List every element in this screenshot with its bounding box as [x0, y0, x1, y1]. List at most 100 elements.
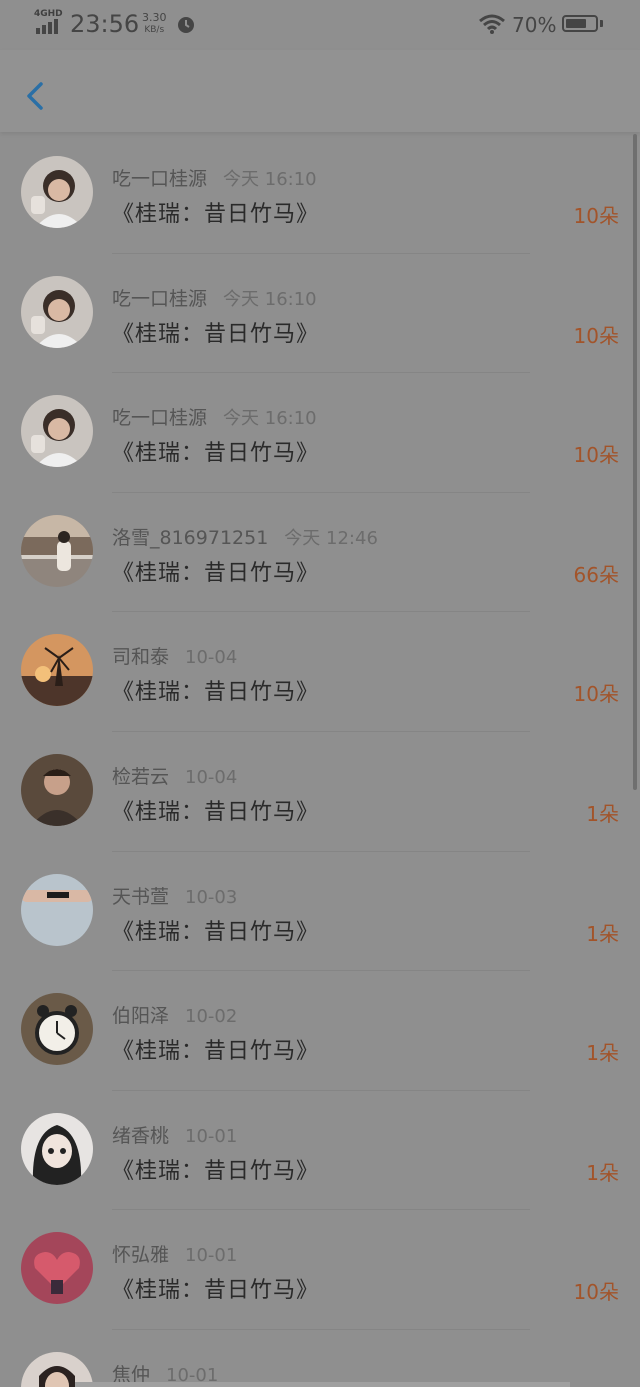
sender-name: 吃一口桂源 今天 16:10	[112, 403, 317, 430]
send-date: 今天 16:10	[223, 169, 317, 190]
network-speed: 3.30 KB/s	[142, 12, 167, 36]
book-title: 《桂瑞：昔日竹马》	[112, 202, 320, 227]
sender-name: 司和泰 10-04	[112, 642, 237, 669]
avatar-person-1	[21, 395, 93, 468]
list-item[interactable]: 绪香桃 10-01 《桂瑞：昔日竹马》 1朵	[0, 1091, 640, 1211]
network-speed-value: 3.30	[142, 11, 167, 24]
flower-count: 10朵	[573, 443, 619, 468]
wifi-icon	[479, 14, 505, 34]
book-title: 《桂瑞：昔日竹马》	[112, 1278, 320, 1304]
avatar-person-1	[21, 275, 93, 348]
sender-name-text: 司和泰	[112, 646, 170, 669]
list-item[interactable]: 吃一口桂源 今天 16:10 《桂瑞：昔日竹马》 10朵	[0, 254, 640, 374]
sender-name-text: 怀弘雅	[112, 1244, 170, 1267]
book-title: 《桂瑞：昔日竹马》	[112, 560, 320, 586]
sender-name-text: 吃一口桂源	[112, 407, 208, 430]
avatar-alarm-clock	[21, 993, 93, 1066]
signal-icon	[36, 19, 58, 34]
clock: 23:56	[70, 10, 140, 38]
gift-list[interactable]: 吃一口桂源 今天 16:10 《桂瑞：昔日竹马》 10朵 吃一口桂源 今天 16:10 《桂…	[0, 134, 640, 1387]
sender-name: 吃一口桂源 今天 16:10	[112, 164, 317, 191]
send-date: 今天 16:10	[223, 288, 317, 310]
sender-name-text: 天书萱	[112, 885, 170, 908]
send-date: 10-03	[185, 886, 238, 908]
avatar[interactable]	[21, 514, 93, 587]
send-date: 10-02	[185, 1006, 238, 1028]
sender-name: 天书萱 10-03	[112, 882, 237, 909]
avatar-person-1	[21, 156, 93, 228]
status-bar: 4GHD 23:56 3.30 KB/s 70%	[0, 0, 640, 50]
battery-percent: 70%	[512, 13, 557, 37]
book-title: 《桂瑞：昔日竹马》	[112, 680, 320, 706]
send-date: 今天 12:46	[284, 527, 378, 549]
chevron-left-icon	[27, 82, 43, 110]
send-date: 10-01	[185, 1245, 238, 1267]
avatar-red-heart	[21, 1232, 93, 1305]
list-item[interactable]: 吃一口桂源 今天 16:10 《桂瑞：昔日竹马》 10朵	[0, 373, 640, 493]
list-item[interactable]: 吃一口桂源 今天 16:10 《桂瑞：昔日竹马》 10朵	[0, 134, 640, 254]
avatar[interactable]	[21, 156, 93, 228]
battery-fill	[566, 19, 586, 28]
screen: 4GHD 23:56 3.30 KB/s 70% 吃一口桂源 今天 16:10 …	[0, 0, 640, 1387]
list-item[interactable]: 怀弘雅 10-01 《桂瑞：昔日竹马》 10朵	[0, 1210, 640, 1330]
send-date: 10-01	[185, 1125, 238, 1147]
back-button[interactable]	[18, 76, 52, 116]
sender-name-text: 洛雪_816971251	[112, 526, 269, 549]
avatar[interactable]	[21, 753, 93, 826]
book-title: 《桂瑞：昔日竹马》	[112, 799, 320, 825]
sender-name: 检若云 10-04	[112, 762, 237, 789]
avatar-man-dark	[21, 753, 93, 826]
sender-name: 怀弘雅 10-01	[112, 1240, 237, 1267]
flower-count: 1朵	[586, 1041, 619, 1066]
sender-name-text: 绪香桃	[112, 1124, 170, 1147]
flower-count: 10朵	[573, 1280, 619, 1305]
sender-name-text: 伯阳泽	[112, 1005, 170, 1028]
flower-count: 1朵	[586, 801, 619, 826]
book-title: 《桂瑞：昔日竹马》	[112, 321, 320, 347]
avatar[interactable]	[21, 1112, 93, 1185]
list-item[interactable]: 检若云 10-04 《桂瑞：昔日竹马》 1朵	[0, 732, 640, 852]
sender-name-text: 吃一口桂源	[112, 168, 208, 190]
avatar-anime-girl	[21, 1112, 93, 1185]
sender-name-text: 吃一口桂源	[112, 287, 208, 310]
avatar[interactable]	[21, 993, 93, 1066]
sender-name: 绪香桃 10-01	[112, 1121, 237, 1148]
list-item[interactable]: 焦仲 10-01	[0, 1330, 640, 1387]
book-title: 《桂瑞：昔日竹马》	[112, 1039, 320, 1065]
book-title: 《桂瑞：昔日竹马》	[112, 919, 320, 945]
list-item[interactable]: 司和泰 10-04 《桂瑞：昔日竹马》 10朵	[0, 612, 640, 732]
battery-tip	[600, 20, 603, 27]
avatar[interactable]	[21, 1232, 93, 1305]
book-title: 《桂瑞：昔日竹马》	[112, 441, 320, 467]
avatar-windmill	[21, 634, 93, 707]
flower-count: 10朵	[573, 682, 619, 707]
sender-name: 伯阳泽 10-02	[112, 1001, 237, 1028]
alarm-icon	[178, 17, 194, 33]
bottom-strip	[75, 1382, 570, 1387]
scrollbar[interactable]	[633, 134, 637, 790]
avatar[interactable]	[21, 634, 93, 707]
send-date: 10-04	[185, 647, 238, 669]
avatar[interactable]	[21, 873, 93, 946]
flower-count: 10朵	[573, 204, 619, 228]
flower-count: 10朵	[573, 323, 619, 348]
list-item[interactable]: 伯阳泽 10-02 《桂瑞：昔日竹马》 1朵	[0, 971, 640, 1091]
avatar-girl-street	[21, 514, 93, 587]
avatar[interactable]	[21, 275, 93, 348]
book-title: 《桂瑞：昔日竹马》	[112, 1158, 320, 1184]
sender-name: 吃一口桂源 今天 16:10	[112, 284, 317, 311]
header-bar	[0, 50, 640, 132]
list-item[interactable]: 洛雪_816971251 今天 12:46 《桂瑞：昔日竹马》 66朵	[0, 493, 640, 613]
avatar-arm-tattoo	[21, 873, 93, 946]
send-date: 10-04	[185, 766, 238, 788]
battery-icon	[562, 15, 598, 32]
avatar[interactable]	[21, 395, 93, 468]
network-speed-unit: KB/s	[144, 25, 165, 35]
sender-name: 洛雪_816971251 今天 12:46	[112, 523, 378, 550]
flower-count: 66朵	[573, 562, 619, 587]
flower-count: 1朵	[586, 921, 619, 946]
list-item[interactable]: 天书萱 10-03 《桂瑞：昔日竹马》 1朵	[0, 852, 640, 972]
flower-count: 1朵	[586, 1160, 619, 1185]
sender-name-text: 检若云	[112, 765, 170, 788]
send-date: 今天 16:10	[223, 408, 317, 430]
